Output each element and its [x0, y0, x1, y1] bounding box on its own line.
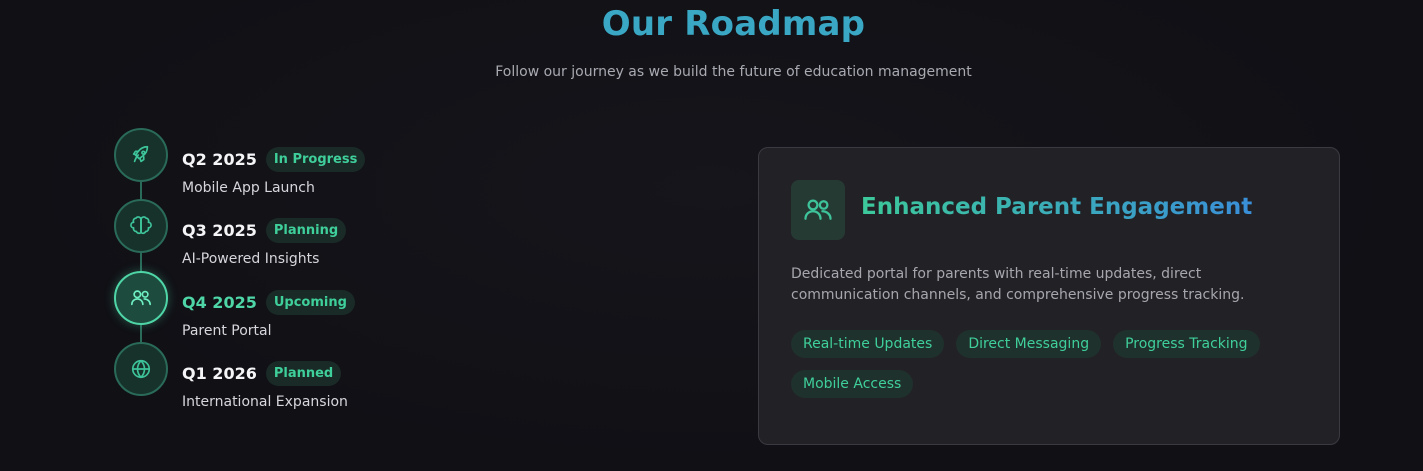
timeline-item-q4-2025[interactable]: Q4 2025 Upcoming Parent Portal	[114, 271, 534, 341]
timeline-item-title: Parent Portal	[182, 323, 272, 339]
rocket-icon	[114, 128, 168, 182]
timeline-quarter: Q2 2025	[182, 150, 257, 169]
detail-description: Dedicated portal for parents with real-t…	[791, 266, 1245, 303]
timeline-quarter: Q3 2025	[182, 221, 257, 240]
roadmap-detail-card: Enhanced Parent Engagement Dedicated por…	[758, 147, 1340, 445]
feature-tag: Direct Messaging	[956, 330, 1102, 358]
timeline-item-title: International Expansion	[182, 394, 348, 410]
feature-tag: Progress Tracking	[1113, 330, 1260, 358]
brain-icon	[114, 199, 168, 253]
status-badge: In Progress	[265, 147, 366, 172]
status-badge: Upcoming	[265, 290, 355, 315]
status-badge: Planning	[265, 218, 347, 243]
feature-tag: Mobile Access	[791, 370, 914, 398]
page-title: Our Roadmap	[601, 4, 866, 44]
users-icon	[791, 180, 845, 240]
timeline-item-header: Q4 2025 Upcoming	[182, 290, 355, 315]
detail-title: Enhanced Parent Engagement	[861, 194, 1253, 220]
timeline-item-title: Mobile App Launch	[182, 180, 315, 196]
status-badge: Planned	[265, 361, 342, 386]
timeline-item-header: Q2 2025 In Progress	[182, 147, 366, 172]
users-icon	[114, 271, 168, 325]
timeline-quarter: Q4 2025	[182, 293, 257, 312]
timeline-item-header: Q1 2026 Planned	[182, 361, 342, 386]
timeline-item-q2-2025[interactable]: Q2 2025 In Progress Mobile App Launch	[114, 128, 534, 198]
timeline-item-q3-2025[interactable]: Q3 2025 Planning AI-Powered Insights	[114, 199, 534, 269]
timeline-item-q1-2026[interactable]: Q1 2026 Planned International Expansion	[114, 342, 534, 412]
timeline-item-title: AI-Powered Insights	[182, 251, 320, 267]
roadmap-timeline: Q2 2025 In Progress Mobile App Launch Q3…	[114, 128, 534, 418]
page-subtitle: Follow our journey as we build the futur…	[495, 64, 972, 80]
feature-tag: Real-time Updates	[791, 330, 945, 358]
timeline-item-header: Q3 2025 Planning	[182, 218, 347, 243]
timeline-quarter: Q1 2026	[182, 364, 257, 383]
globe-icon	[114, 342, 168, 396]
roadmap-section: Our Roadmap Follow our journey as we bui…	[0, 0, 1423, 471]
feature-tags: Real-time Updates Direct Messaging Progr…	[791, 330, 1311, 398]
